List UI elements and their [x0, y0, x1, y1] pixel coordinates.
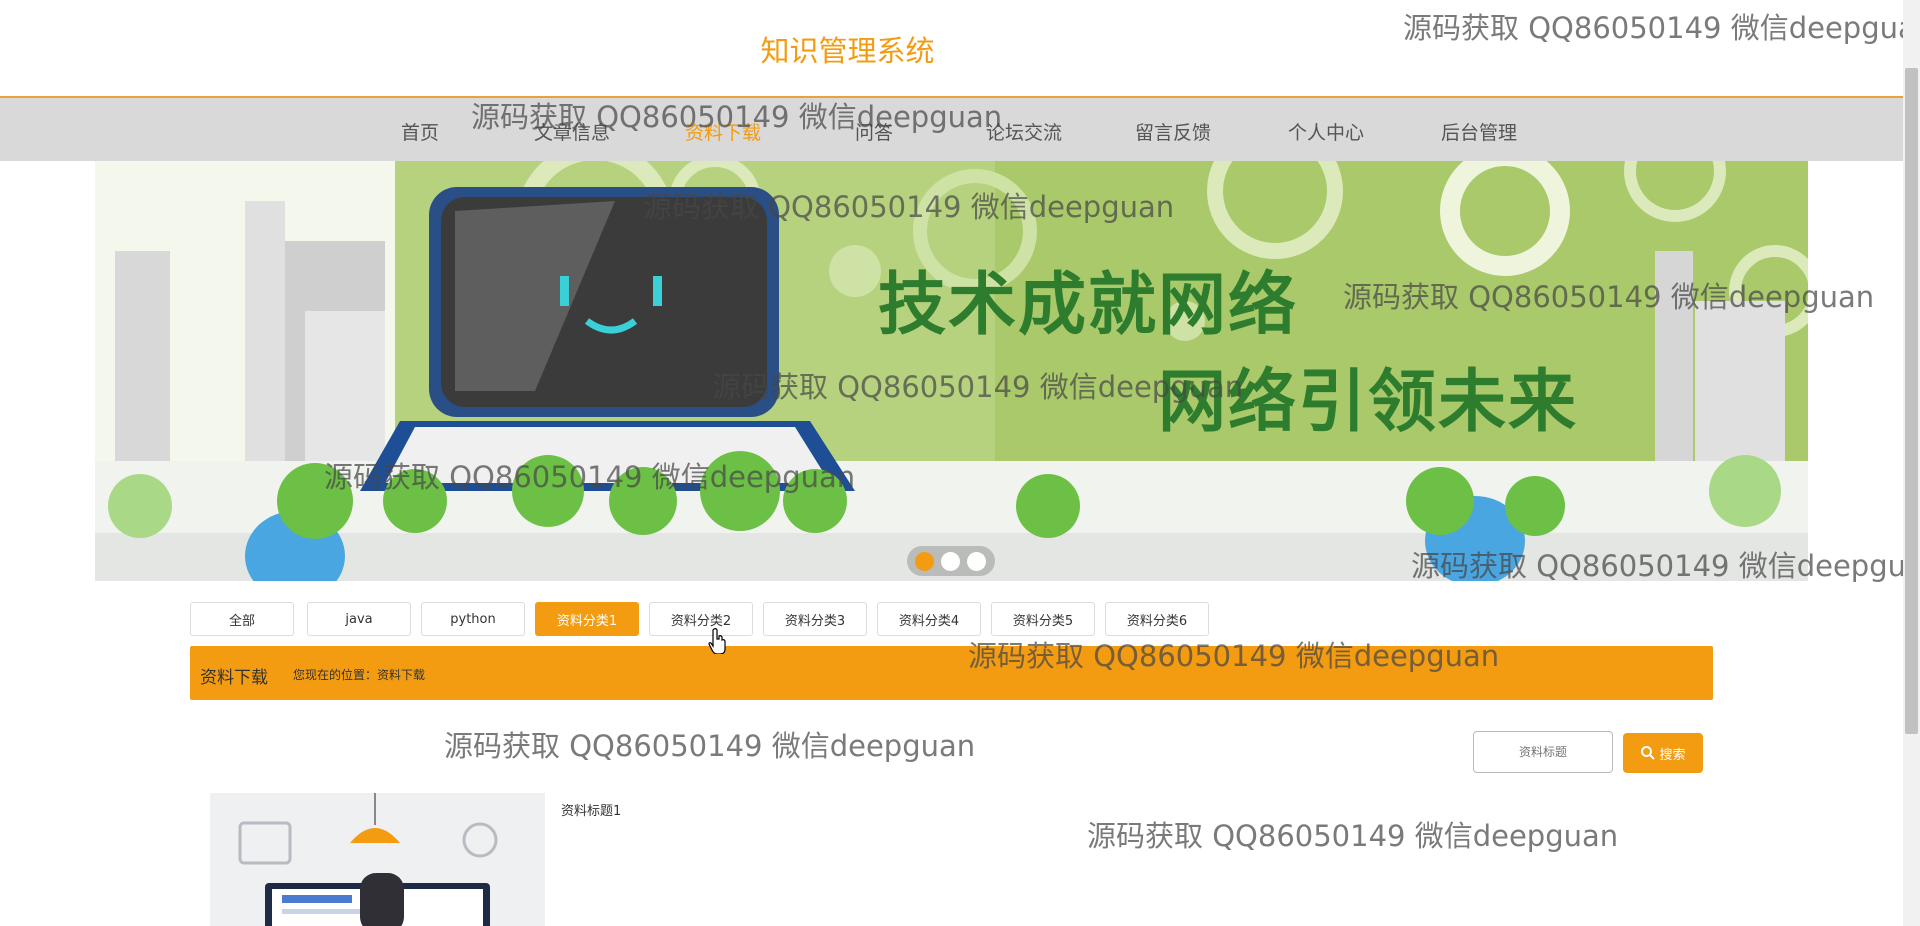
- scrollbar-thumb[interactable]: [1905, 68, 1918, 734]
- search-button[interactable]: 搜索: [1623, 733, 1703, 773]
- breadcrumb-title: 资料下载: [200, 668, 268, 688]
- banner-headline-1: 技术成就网络: [878, 266, 1299, 345]
- list-item-title[interactable]: 资料标题1: [561, 800, 621, 819]
- category-4[interactable]: 资料分类4: [877, 602, 981, 636]
- main-nav: 首页 文章信息 资料下载 问答 论坛交流 留言反馈 个人中心 后台管理: [0, 98, 1903, 161]
- page-scrollbar[interactable]: [1903, 0, 1920, 926]
- breadcrumb: 资料下载 您现在的位置：资料下载: [190, 646, 1713, 700]
- nav-item-home[interactable]: 首页: [401, 118, 439, 145]
- watermark: 源码获取 QQ86050149 微信deepguan: [444, 729, 976, 763]
- banner-headline-2: 网络引领未来: [1158, 363, 1579, 442]
- search-button-label: 搜索: [1659, 747, 1686, 763]
- category-5[interactable]: 资料分类5: [991, 602, 1095, 636]
- category-1[interactable]: 资料分类1: [535, 602, 639, 636]
- category-all[interactable]: 全部: [190, 602, 294, 636]
- hand-cursor-icon: [708, 628, 726, 654]
- carousel-dot-1[interactable]: [915, 552, 934, 571]
- carousel-indicators: [907, 546, 995, 576]
- carousel-dot-2[interactable]: [941, 552, 960, 571]
- carousel-dot-3[interactable]: [967, 552, 986, 571]
- breadcrumb-location: 您现在的位置：资料下载: [293, 668, 426, 682]
- nav-item-qa[interactable]: 问答: [855, 118, 893, 145]
- category-python[interactable]: python: [421, 602, 525, 636]
- search-icon: [1641, 746, 1656, 760]
- watermark: 源码获取 QQ86050149 微信deepguan: [1087, 819, 1619, 853]
- search-input[interactable]: [1473, 731, 1613, 773]
- category-java[interactable]: java: [307, 602, 411, 636]
- nav-item-feedback[interactable]: 留言反馈: [1135, 118, 1211, 145]
- nav-item-downloads[interactable]: 资料下载: [685, 118, 761, 145]
- site-title: 知识管理系统: [760, 34, 935, 68]
- nav-item-articles[interactable]: 文章信息: [534, 118, 610, 145]
- category-3[interactable]: 资料分类3: [763, 602, 867, 636]
- nav-item-forum[interactable]: 论坛交流: [986, 118, 1062, 145]
- category-2[interactable]: 资料分类2: [649, 602, 753, 636]
- nav-item-profile[interactable]: 个人中心: [1288, 118, 1364, 145]
- banner-carousel[interactable]: 技术成就网络 网络引领未来: [95, 161, 1808, 581]
- site-header: 知识管理系统: [0, 0, 1903, 98]
- nav-item-admin[interactable]: 后台管理: [1441, 118, 1517, 145]
- list-item-thumbnail[interactable]: [210, 793, 545, 926]
- category-6[interactable]: 资料分类6: [1105, 602, 1209, 636]
